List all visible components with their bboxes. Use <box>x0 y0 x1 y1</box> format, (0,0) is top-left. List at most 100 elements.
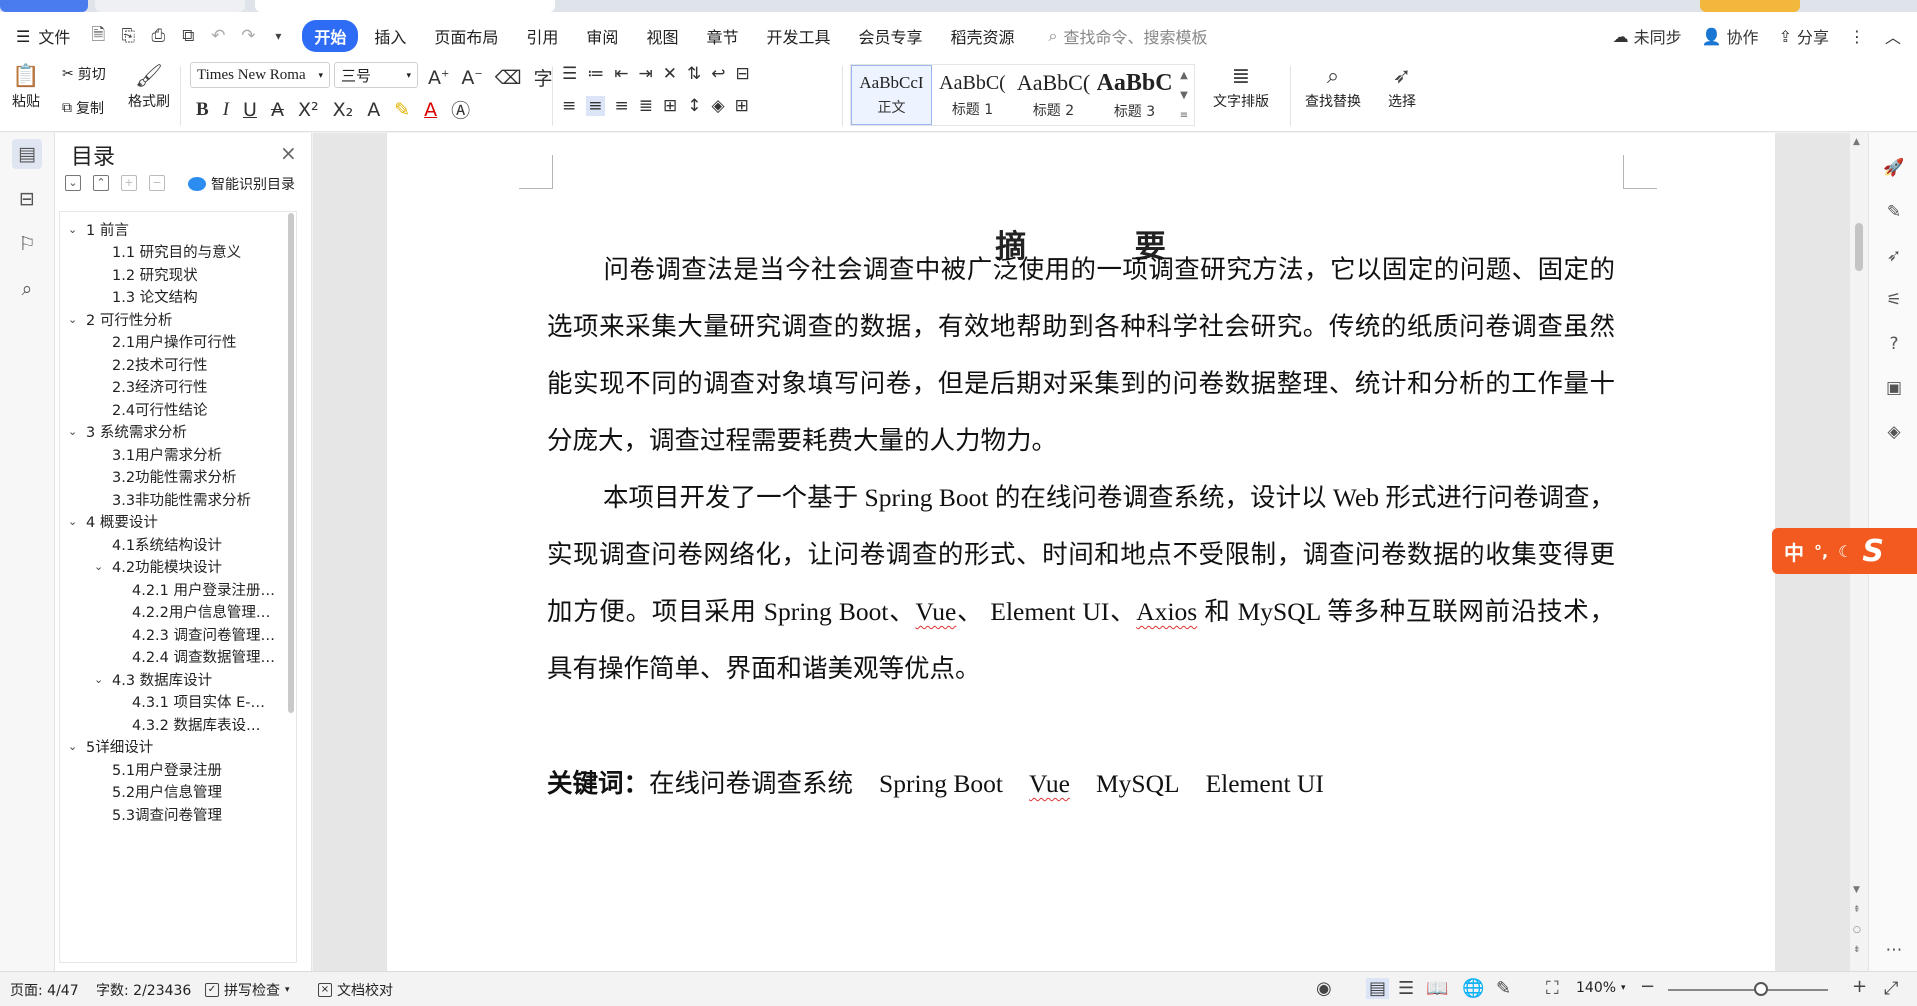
web-view-icon[interactable]: 🌐 <box>1462 978 1484 999</box>
document-page[interactable]: 摘 要 问卷调查法是当今社会调查中被广泛使用的一项调查研究方法，它以固定的问题、… <box>387 133 1775 971</box>
style-option[interactable]: AaBbCcI 正文 <box>851 65 932 125</box>
justify-icon[interactable]: ≣ <box>639 96 653 116</box>
menu-tab[interactable]: 稻壳资源 <box>939 20 1027 52</box>
paste-button[interactable]: 📋 粘贴 <box>12 64 40 111</box>
chevron-down-icon[interactable]: ▼ <box>1180 90 1188 101</box>
bookmark-icon[interactable]: ⚐ <box>12 229 42 259</box>
distribute-icon[interactable]: ⊞ <box>663 96 677 116</box>
tab-stops-icon[interactable]: ⊟ <box>736 64 750 84</box>
chevron-up-icon[interactable]: ▲ <box>1180 70 1188 81</box>
style-option[interactable]: AaBbC(标题 2 <box>1013 65 1094 125</box>
line-spacing-icon[interactable]: ↕ <box>687 96 701 116</box>
pen-icon[interactable]: ✎ <box>1883 201 1905 223</box>
collaborate-button[interactable]: 👤 协作 <box>1702 24 1759 48</box>
increase-indent-icon[interactable]: ⇥ <box>639 64 653 84</box>
tab-current-doc[interactable] <box>255 0 555 12</box>
select-button[interactable]: ➶ 选择 <box>1388 64 1416 111</box>
grow-font-icon[interactable]: A+ <box>428 67 449 89</box>
bold-icon[interactable]: B <box>196 99 209 121</box>
expand-gallery-icon[interactable]: ≡ <box>1180 110 1188 121</box>
expand-all-icon[interactable]: ⌄ <box>65 175 81 191</box>
file-menu[interactable]: ☰ 文件 <box>0 20 80 52</box>
toc-item[interactable]: 4.1系统结构设计 <box>112 533 222 555</box>
reading-view-icon[interactable]: 📖 <box>1426 978 1448 999</box>
toc-item[interactable]: 3.2功能性需求分析 <box>112 466 237 488</box>
menu-tab[interactable]: 开始 <box>302 20 359 52</box>
member-badge[interactable] <box>1700 0 1800 12</box>
toc-item[interactable]: 2.2技术可行性 <box>112 353 208 375</box>
zoom-slider-knob[interactable] <box>1754 982 1768 996</box>
font-name-select[interactable]: Times New Roma ▾ <box>190 62 330 88</box>
ime-language[interactable]: 中 <box>1784 537 1804 566</box>
zoom-slider[interactable] <box>1668 989 1828 991</box>
image-tools-icon[interactable]: ▣ <box>1883 377 1905 399</box>
ime-toolbar[interactable]: 中 °, ☾ S <box>1772 528 1917 574</box>
toc-item[interactable]: 4.3.1 项目实体 E-… <box>132 691 265 713</box>
highlight-icon[interactable]: ✎ <box>394 99 410 121</box>
numbered-list-icon[interactable]: ≔ <box>587 64 604 84</box>
toc-item[interactable]: ⌄ 4.2功能模块设计 <box>94 556 222 578</box>
toc-item[interactable]: 1.3 论文结构 <box>112 286 198 308</box>
doc-proofread-button[interactable]: × 文档校对 <box>318 980 393 1000</box>
menu-tab[interactable]: 会员专享 <box>846 20 934 52</box>
scroll-down-icon[interactable]: ▼ <box>1853 885 1860 895</box>
chevron-down-icon[interactable]: ⌄ <box>68 223 80 236</box>
prev-page-icon[interactable]: ⇞ <box>1853 905 1861 915</box>
char-border-icon[interactable]: Ⓐ <box>451 96 470 123</box>
sync-button[interactable]: ☁ 未同步 <box>1613 24 1682 48</box>
clear-format-icon[interactable]: ⌫ <box>495 67 522 89</box>
tab-previous-doc[interactable] <box>95 0 245 12</box>
chevron-down-icon[interactable]: ⌄ <box>68 313 80 326</box>
toc-item[interactable]: ⌄ 4.3 数据库设计 <box>94 668 212 690</box>
chevron-down-icon[interactable]: ⌄ <box>68 515 80 528</box>
format-painter-button[interactable]: 🖌 格式刷 <box>128 64 170 111</box>
ime-punctuation[interactable]: °, <box>1814 542 1828 561</box>
outline-view-icon[interactable]: ☰ <box>1398 978 1414 999</box>
toc-item[interactable]: 1.1 研究目的与意义 <box>112 241 241 263</box>
chevron-down-icon[interactable]: ⌄ <box>94 673 106 686</box>
text-layout-button[interactable]: ≣ 文字排版 <box>1213 64 1269 111</box>
toc-item[interactable]: 2.3经济可行性 <box>112 376 208 398</box>
toc-scrollbar[interactable] <box>288 213 294 713</box>
redo-icon[interactable]: ↷ <box>236 26 260 46</box>
toc-item[interactable]: 4.2.3 调查问卷管理… <box>132 623 275 645</box>
cut-button[interactable]: ✂ 剪切 <box>62 64 106 84</box>
search-icon[interactable]: ⌕ <box>12 274 42 304</box>
word-count[interactable]: 字数: 2/23436 <box>96 980 191 1000</box>
add-heading-icon[interactable]: + <box>121 175 137 191</box>
find-replace-button[interactable]: ⌕ 查找替换 <box>1305 64 1361 111</box>
toc-item[interactable]: 2.4可行性结论 <box>112 398 208 420</box>
toc-item[interactable]: 5.2用户信息管理 <box>112 781 222 803</box>
moon-icon[interactable]: ☾ <box>1838 542 1852 561</box>
eye-protection-icon[interactable]: ◉ <box>1316 978 1332 999</box>
collapse-ribbon-icon[interactable]: ︿ <box>1885 24 1901 48</box>
strikethrough-icon[interactable]: A <box>271 99 284 121</box>
style-option[interactable]: AaBbC(标题 1 <box>932 65 1013 125</box>
text-effect-icon[interactable]: A <box>367 99 380 121</box>
toc-item[interactable]: ⌄ 5详细设计 <box>68 736 153 758</box>
toc-item[interactable]: ⌄ 1 前言 <box>68 218 129 240</box>
toc-item[interactable]: ⌄ 3 系统需求分析 <box>68 421 187 443</box>
chinese-layout-icon[interactable]: ✕ <box>663 64 677 84</box>
tab-home[interactable] <box>0 0 88 12</box>
toc-item[interactable]: 4.2.4 调查数据管理… <box>132 646 275 668</box>
toc-item[interactable]: ⌄ 4 概要设计 <box>68 511 158 533</box>
next-page-icon[interactable]: ⇟ <box>1853 945 1861 955</box>
share-button[interactable]: ⇪ 分享 <box>1779 24 1829 48</box>
toc-item[interactable]: 4.2.1 用户登录注册… <box>132 578 275 600</box>
print-icon[interactable]: ⎙ <box>146 26 170 46</box>
plugin-icon[interactable]: ◈ <box>1883 421 1905 443</box>
menu-tab[interactable]: 审阅 <box>574 20 630 52</box>
page-view-icon[interactable]: ▤ <box>1366 978 1390 999</box>
toc-item[interactable]: 1.2 研究现状 <box>112 263 198 285</box>
subscript-icon[interactable]: X₂ <box>333 99 354 121</box>
shading-icon[interactable]: ◈ <box>712 96 725 116</box>
fullscreen-icon[interactable]: ⤢ <box>1884 978 1898 999</box>
collapse-all-icon[interactable]: ⌃ <box>93 175 109 191</box>
bullet-list-icon[interactable]: ☰ <box>562 64 577 84</box>
menu-tab[interactable]: 页面布局 <box>422 20 510 52</box>
command-search[interactable]: ⌕ 查找命令、搜索模板 <box>1049 24 1208 48</box>
zoom-select[interactable]: 140% ▾ <box>1576 980 1626 996</box>
gallery-scroll[interactable]: ▲ ▼ ≡ <box>1175 65 1193 125</box>
save-icon[interactable]: 🗎 <box>86 22 110 51</box>
